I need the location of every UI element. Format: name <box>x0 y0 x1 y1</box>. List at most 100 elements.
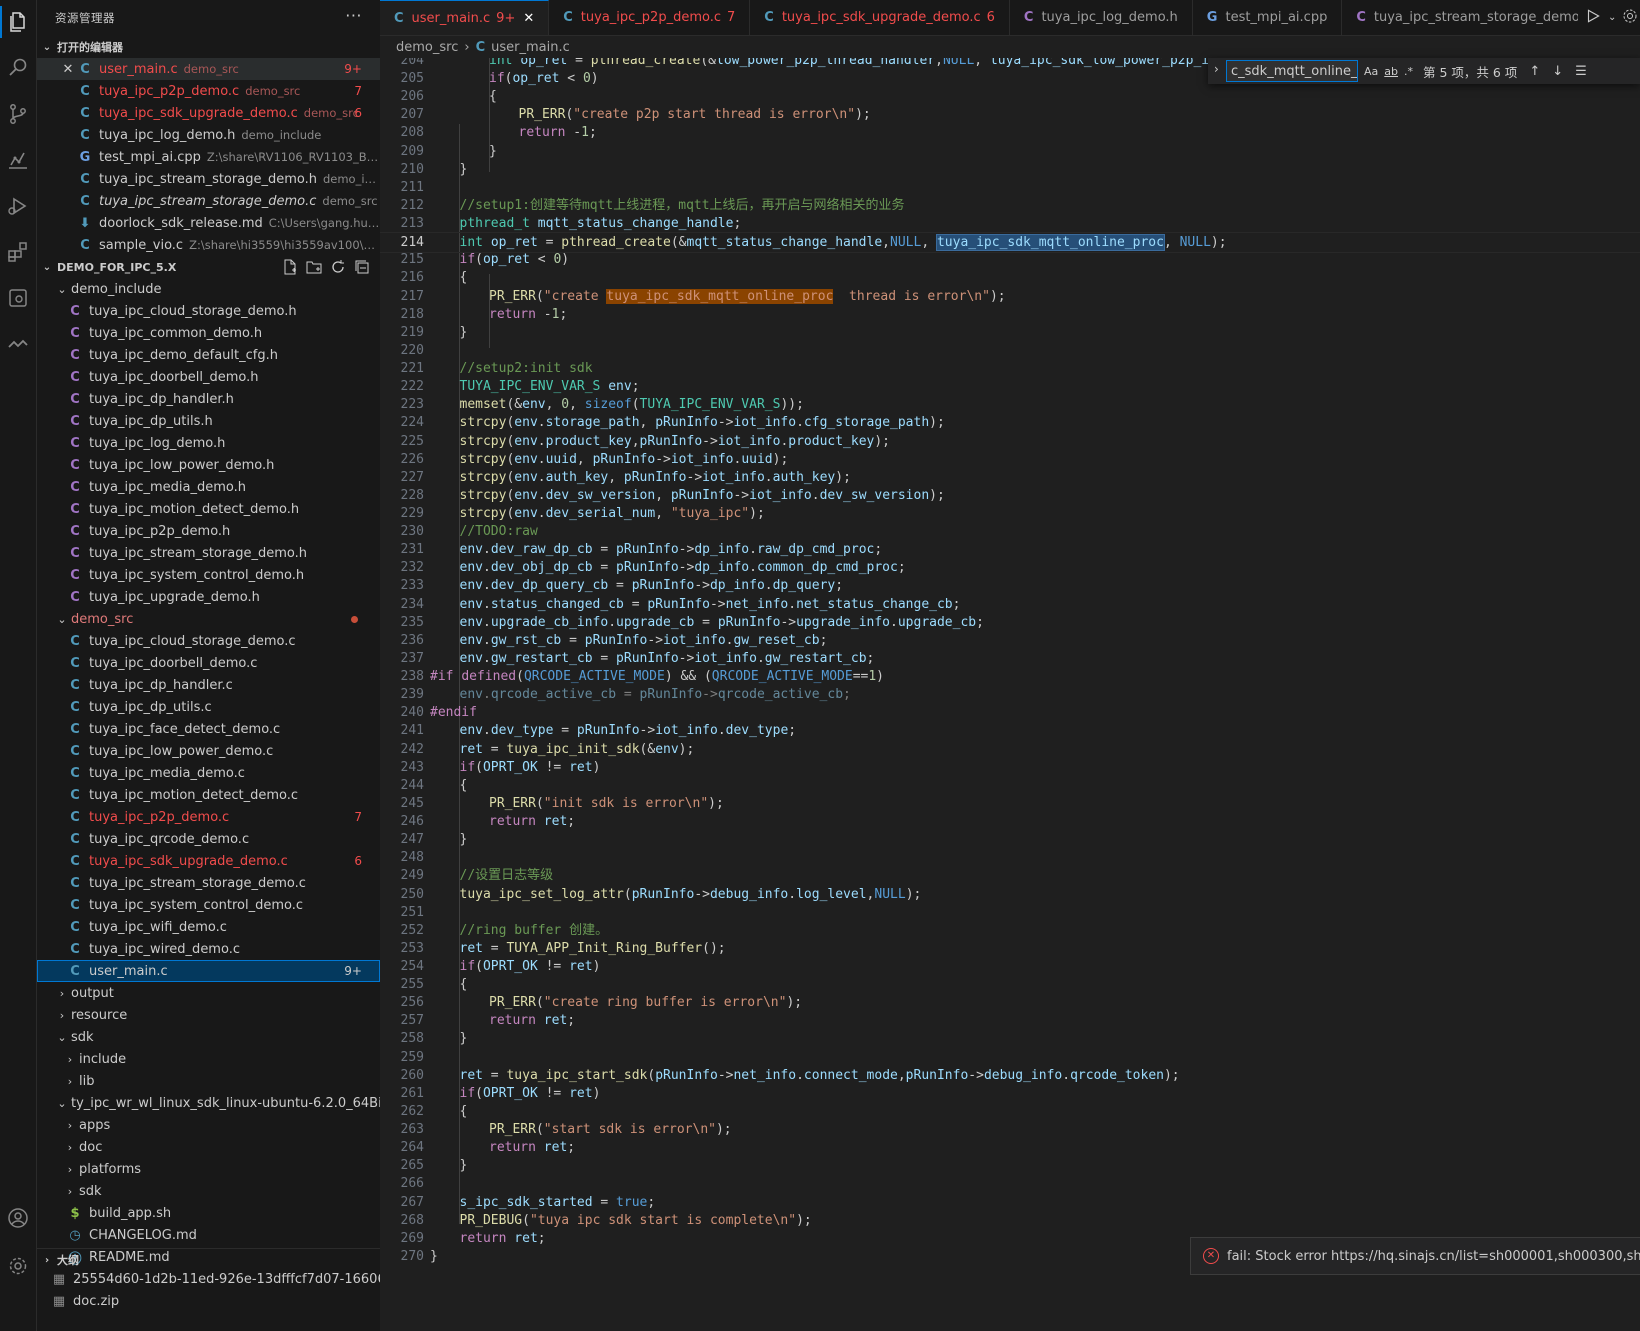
open-editor-item[interactable]: Csample_vio.c Z:\share\hi3559\hi3559av100… <box>37 234 380 256</box>
code-line: 211 <box>380 178 1640 197</box>
collapse-all-icon[interactable] <box>354 259 370 275</box>
next-match-icon[interactable]: ↓ <box>1552 64 1563 79</box>
file-item[interactable]: Ctuya_ipc_p2p_demo.c 7 <box>37 806 380 828</box>
editor-tab[interactable]: Gtest_mpi_ai.cpp <box>1193 0 1343 35</box>
file-item[interactable]: Ctuya_ipc_wired_demo.c <box>37 938 380 960</box>
file-item[interactable]: $ build_app.sh <box>37 1202 380 1224</box>
remote-explorer-icon[interactable] <box>0 276 36 320</box>
editor-tab[interactable]: Cuser_main.c 9+ ✕ <box>380 0 550 35</box>
run-debug-icon[interactable] <box>0 184 36 228</box>
open-editor-item[interactable]: Ctuya_ipc_sdk_upgrade_demo.c demo_src 6 <box>37 102 380 124</box>
file-item[interactable]: ▦ doc.zip <box>37 1290 380 1312</box>
file-item[interactable]: Ctuya_ipc_low_power_demo.c <box>37 740 380 762</box>
settings-icon[interactable] <box>1622 8 1638 28</box>
file-item[interactable]: Ctuya_ipc_dp_handler.h <box>37 388 380 410</box>
file-item[interactable]: Ctuya_ipc_motion_detect_demo.c <box>37 784 380 806</box>
folder-item[interactable]: › include <box>37 1048 380 1070</box>
open-editor-item[interactable]: Ctuya_ipc_stream_storage_demo.h demo_incl… <box>37 168 380 190</box>
file-item[interactable]: Ctuya_ipc_upgrade_demo.h <box>37 586 380 608</box>
new-folder-icon[interactable] <box>306 259 322 275</box>
explorer-icon[interactable] <box>0 0 36 44</box>
graph-icon[interactable] <box>0 138 36 182</box>
previous-match-icon[interactable]: ↑ <box>1529 64 1540 79</box>
folder-item[interactable]: › resource <box>37 1004 380 1026</box>
file-item[interactable]: ◷ CHANGELOG.md <box>37 1224 380 1246</box>
file-item[interactable]: Ctuya_ipc_demo_default_cfg.h <box>37 344 380 366</box>
refresh-icon[interactable] <box>330 259 346 275</box>
more-actions-icon[interactable]: ··· <box>345 6 362 25</box>
file-item[interactable]: Ctuya_ipc_motion_detect_demo.h <box>37 498 380 520</box>
open-editor-item[interactable]: ⬇ doorlock_sdk_release.md C:\Users\gang.hu… <box>37 212 380 234</box>
new-file-icon[interactable] <box>282 259 298 275</box>
file-item[interactable]: Ctuya_ipc_cloud_storage_demo.c <box>37 630 380 652</box>
chevron-down-icon[interactable]: ⌄ <box>1608 12 1616 23</box>
file-item[interactable]: Ctuya_ipc_common_demo.h <box>37 322 380 344</box>
file-item[interactable]: Ctuya_ipc_face_detect_demo.c <box>37 718 380 740</box>
file-item[interactable]: Cuser_main.c 9+ <box>37 960 380 982</box>
close-icon[interactable]: ✕ <box>59 62 77 77</box>
settings-gear-icon[interactable] <box>0 1244 36 1288</box>
file-item[interactable]: Ctuya_ipc_wifi_demo.c <box>37 916 380 938</box>
toggle-replace-icon[interactable]: › <box>1214 62 1219 76</box>
file-item[interactable]: ▦ 25554d60-1d2b-11ed-926e-13dfffcf7d07-16… <box>37 1268 380 1290</box>
editor-tab[interactable]: Ctuya_ipc_stream_storage_demo.h <box>1342 0 1607 35</box>
folder-item[interactable]: ⌄ demo_src <box>37 608 380 630</box>
file-item[interactable]: Ctuya_ipc_dp_utils.h <box>37 410 380 432</box>
code-editor[interactable]: 204 int op_ret = pthread_create(&low_powe… <box>380 58 1640 1331</box>
line-number: 243 <box>400 759 424 775</box>
folder-item[interactable]: › doc <box>37 1136 380 1158</box>
error-notification[interactable]: ✕ fail: Stock error https://hq.sinajs.cn… <box>1190 1237 1640 1275</box>
line-number: 205 <box>400 71 424 87</box>
open-editors-header[interactable]: ⌄ 打开的编辑器 <box>37 36 380 58</box>
file-item[interactable]: Ctuya_ipc_doorbell_demo.h <box>37 366 380 388</box>
file-item[interactable]: Ctuya_ipc_system_control_demo.c <box>37 894 380 916</box>
file-item[interactable]: Ctuya_ipc_cloud_storage_demo.h <box>37 300 380 322</box>
source-control-icon[interactable] <box>0 92 36 136</box>
file-item[interactable]: Ctuya_ipc_dp_utils.c <box>37 696 380 718</box>
file-item[interactable]: Ctuya_ipc_media_demo.c <box>37 762 380 784</box>
folder-item[interactable]: › platforms <box>37 1158 380 1180</box>
project-header[interactable]: ⌄ DEMO_FOR_IPC_5.X <box>37 256 380 278</box>
match-whole-word-icon[interactable]: ab <box>1384 65 1398 78</box>
editor-tab[interactable]: Ctuya_ipc_sdk_upgrade_demo.c 6 <box>750 0 1010 35</box>
folder-item[interactable]: › output <box>37 982 380 1004</box>
file-item[interactable]: Ctuya_ipc_media_demo.h <box>37 476 380 498</box>
open-editor-item[interactable]: ✕ Cuser_main.c demo_src 9+ <box>37 58 380 80</box>
file-item[interactable]: Ctuya_ipc_stream_storage_demo.h <box>37 542 380 564</box>
file-item[interactable]: Ctuya_ipc_low_power_demo.h <box>37 454 380 476</box>
file-item[interactable]: Ctuya_ipc_system_control_demo.h <box>37 564 380 586</box>
extensions-icon[interactable] <box>0 230 36 274</box>
find-input[interactable]: c_sdk_mqtt_online_proc <box>1226 60 1358 82</box>
open-editor-item[interactable]: Ctuya_ipc_stream_storage_demo.c demo_src <box>37 190 380 212</box>
file-item[interactable]: Ctuya_ipc_log_demo.h <box>37 432 380 454</box>
close-icon[interactable]: ✕ <box>523 11 534 26</box>
open-editor-item[interactable]: Ctuya_ipc_p2p_demo.c demo_src 7 <box>37 80 380 102</box>
file-item[interactable]: Ctuya_ipc_doorbell_demo.c <box>37 652 380 674</box>
editor-tab[interactable]: Ctuya_ipc_log_demo.h <box>1010 0 1193 35</box>
folder-item[interactable]: ⌄ demo_include <box>37 278 380 300</box>
open-editor-item[interactable]: Ctuya_ipc_log_demo.h demo_include <box>37 124 380 146</box>
open-editor-item[interactable]: Gtest_mpi_ai.cpp Z:\share\RV1106_RV1103_B… <box>37 146 380 168</box>
timeline-icon[interactable] <box>0 322 36 366</box>
breadcrumb-folder[interactable]: demo_src <box>396 40 458 55</box>
breadcrumb-file[interactable]: user_main.c <box>491 40 570 55</box>
folder-item[interactable]: › sdk <box>37 1180 380 1202</box>
folder-item[interactable]: ⌄ sdk <box>37 1026 380 1048</box>
c-header-icon: C <box>70 567 80 583</box>
account-icon[interactable] <box>0 1196 36 1240</box>
match-case-icon[interactable]: Aa <box>1364 65 1378 78</box>
search-icon[interactable] <box>0 46 36 90</box>
use-regex-icon[interactable]: .* <box>1404 65 1413 78</box>
run-icon[interactable] <box>1584 7 1602 29</box>
file-item[interactable]: Ctuya_ipc_dp_handler.c <box>37 674 380 696</box>
file-item[interactable]: Ctuya_ipc_sdk_upgrade_demo.c 6 <box>37 850 380 872</box>
folder-item[interactable]: › apps <box>37 1114 380 1136</box>
file-item[interactable]: Ctuya_ipc_stream_storage_demo.c <box>37 872 380 894</box>
file-item[interactable]: Ctuya_ipc_p2p_demo.h <box>37 520 380 542</box>
folder-item[interactable]: ⌄ ty_ipc_wr_wl_linux_sdk_linux-ubuntu-6.2… <box>37 1092 380 1114</box>
folder-item[interactable]: › lib <box>37 1070 380 1092</box>
file-item[interactable]: Ctuya_ipc_qrcode_demo.c <box>37 828 380 850</box>
outline-header[interactable]: › 大纲 <box>37 1248 380 1271</box>
find-in-selection-icon[interactable]: ☰ <box>1575 64 1587 79</box>
editor-tab[interactable]: Ctuya_ipc_p2p_demo.c 7 <box>549 0 751 35</box>
